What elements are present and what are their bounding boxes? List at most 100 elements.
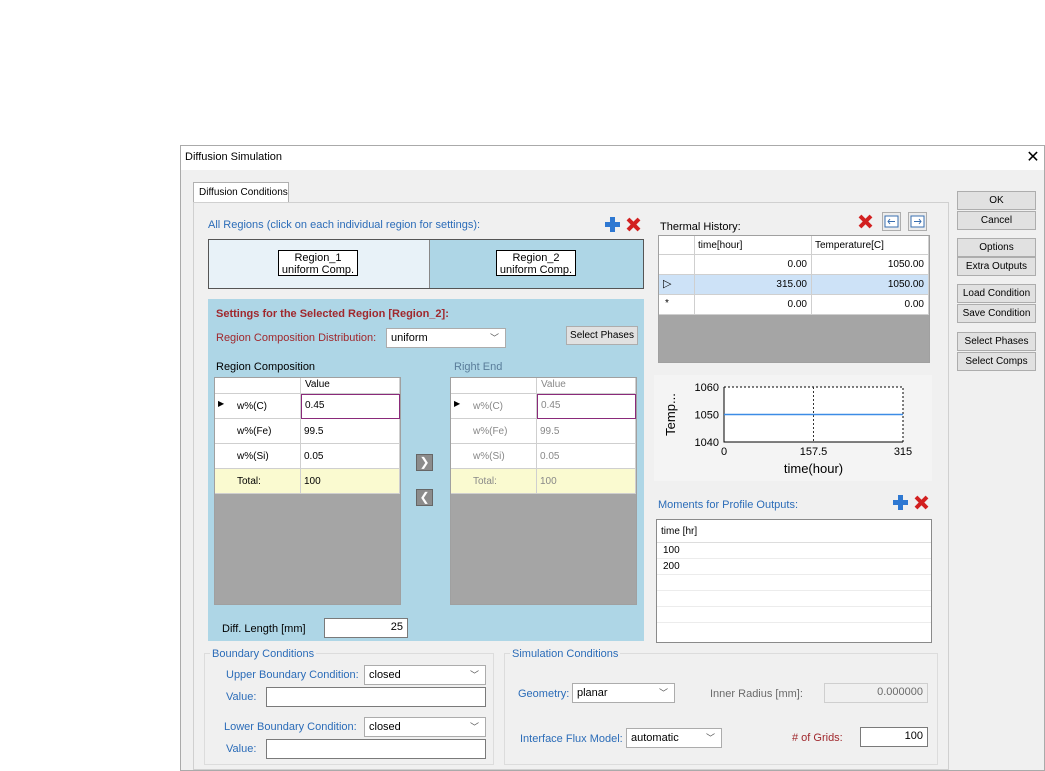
chevron-down-icon: ﹀	[489, 333, 499, 343]
chevron-down-icon: ﹀	[469, 670, 479, 680]
delete-moment-button[interactable]	[912, 493, 931, 512]
simulation-group	[504, 653, 938, 765]
thermal-temp-0[interactable]: 1050.00	[812, 255, 929, 275]
regions-strip: Region_1 uniform Comp. Region_2 uniform …	[208, 239, 644, 289]
tab-page: All Regions (click on each individual re…	[193, 202, 949, 770]
upper-boundary-label: Upper Boundary Condition:	[226, 669, 359, 681]
table-row: ▶ w%(C)	[215, 394, 301, 419]
upper-boundary-value: closed	[369, 669, 401, 681]
table-row: ▶ w%(C)	[451, 394, 537, 419]
table-row: w%(Si)	[451, 444, 537, 469]
thermal-temp-1[interactable]: 1050.00	[812, 275, 929, 295]
y-tick-label: 1050	[695, 410, 719, 422]
tab-diffusion-conditions[interactable]: Diffusion Conditions	[193, 182, 289, 203]
geometry-value: planar	[577, 687, 608, 699]
boundary-label: Boundary Conditions	[210, 648, 317, 660]
moments-label: Moments for Profile Outputs:	[658, 499, 798, 511]
lower-value-input[interactable]	[266, 739, 486, 759]
comp-value-si[interactable]: 0.05	[301, 444, 400, 469]
ok-button[interactable]: OK	[957, 191, 1036, 210]
upper-boundary-select[interactable]: closed ﹀	[364, 665, 486, 685]
region-2-name: Region_2	[512, 252, 560, 264]
select-phases-region-button[interactable]: Select Phases	[566, 326, 638, 345]
thermal-time-1[interactable]: 315.00	[695, 275, 812, 295]
right-value-header: Value	[537, 378, 636, 394]
arrow-left-icon: ❮	[419, 490, 430, 504]
grids-input[interactable]: 100	[860, 727, 928, 747]
table-row: ▷	[659, 275, 695, 295]
right-total-value: 100	[537, 469, 636, 494]
window-title: Diffusion Simulation	[185, 151, 283, 163]
chevron-down-icon: ﹀	[705, 733, 715, 743]
simulation-label: Simulation Conditions	[510, 648, 621, 660]
region-1[interactable]: Region_1 uniform Comp.	[209, 240, 429, 288]
right-value-c: 0.45	[537, 394, 636, 419]
list-item[interactable]: 200	[663, 561, 680, 572]
y-axis-label: Temp...	[663, 393, 678, 436]
geometry-label: Geometry:	[518, 688, 570, 700]
comp-value-c[interactable]: 0.45	[301, 394, 400, 419]
copy-right-button[interactable]: ❯	[416, 454, 433, 471]
flux-model-select[interactable]: automatic ﹀	[626, 728, 722, 748]
import-thermal-button[interactable]	[882, 212, 901, 231]
row-pointer-icon: ▶	[454, 399, 461, 408]
regions-header: All Regions (click on each individual re…	[208, 219, 481, 231]
thermal-temp-2[interactable]: 0.00	[812, 295, 929, 315]
upper-value-input[interactable]	[266, 687, 486, 707]
x-tick-label: 315	[894, 446, 912, 458]
export-thermal-button[interactable]	[908, 212, 927, 231]
thermal-header-temp: Temperature[C]	[812, 236, 929, 255]
copy-left-button[interactable]: ❮	[416, 489, 433, 506]
inner-radius-label: Inner Radius [mm]:	[710, 688, 803, 700]
dist-select[interactable]: uniform ﹀	[386, 328, 506, 348]
thermal-time-2[interactable]: 0.00	[695, 295, 812, 315]
close-icon[interactable]: ✕	[1023, 148, 1043, 168]
delete-region-button[interactable]	[624, 215, 643, 234]
moments-list[interactable]: time [hr] 100 200	[656, 519, 932, 643]
table-row: w%(Fe)	[451, 419, 537, 444]
x-axis-label: time(hour)	[784, 461, 843, 476]
y-tick-label: 1060	[695, 382, 719, 394]
dist-label: Region Composition Distribution:	[216, 332, 377, 344]
flux-model-value: automatic	[631, 732, 679, 744]
table-row	[659, 255, 695, 275]
list-item[interactable]: 100	[663, 545, 680, 556]
add-moment-button[interactable]	[891, 493, 910, 512]
add-region-button[interactable]	[603, 215, 622, 234]
total-row: Total:	[215, 469, 301, 494]
upper-value-label: Value:	[226, 691, 257, 703]
region-2-comp: uniform Comp.	[499, 264, 573, 276]
export-icon	[910, 215, 925, 228]
delete-thermal-button[interactable]	[856, 212, 875, 231]
thermal-history-label: Thermal History:	[660, 221, 741, 233]
options-button[interactable]: Options	[957, 238, 1036, 257]
cancel-button[interactable]: Cancel	[957, 211, 1036, 230]
save-condition-button[interactable]: Save Condition	[957, 304, 1036, 323]
selected-region-panel: Settings for the Selected Region [Region…	[208, 299, 644, 641]
extra-outputs-button[interactable]: Extra Outputs	[957, 257, 1036, 276]
select-comps-button[interactable]: Select Comps	[957, 352, 1036, 371]
total-row: Total:	[451, 469, 537, 494]
diff-length-input[interactable]: 25	[324, 618, 408, 638]
title-bar: Diffusion Simulation ✕	[181, 146, 1044, 170]
comp-value-fe[interactable]: 99.5	[301, 419, 400, 444]
region-2[interactable]: Region_2 uniform Comp.	[429, 240, 643, 288]
delete-icon	[914, 495, 929, 510]
region-composition-label: Region Composition	[216, 361, 316, 373]
x-tick-label: 0	[721, 446, 727, 458]
load-condition-button[interactable]: Load Condition	[957, 284, 1036, 303]
lower-boundary-select[interactable]: closed ﹀	[364, 717, 486, 737]
lower-boundary-label: Lower Boundary Condition:	[224, 721, 357, 733]
plus-icon	[893, 495, 908, 510]
thermal-time-0[interactable]: 0.00	[695, 255, 812, 275]
value-header: Value	[301, 378, 400, 394]
chevron-down-icon: ﹀	[469, 722, 479, 732]
select-phases-button[interactable]: Select Phases	[957, 332, 1036, 351]
x-tick-label: 157.5	[800, 446, 828, 458]
geometry-select[interactable]: planar ﹀	[572, 683, 675, 703]
right-value-fe: 99.5	[537, 419, 636, 444]
lower-value-label: Value:	[226, 743, 257, 755]
grids-label: # of Grids:	[792, 732, 843, 744]
composition-grid: Value ▶ w%(C) 0.45 w%(Fe) 99.5 w%(Si) 0.…	[214, 377, 401, 605]
thermal-grid: time[hour] Temperature[C] 0.00 1050.00 ▷…	[658, 235, 930, 363]
